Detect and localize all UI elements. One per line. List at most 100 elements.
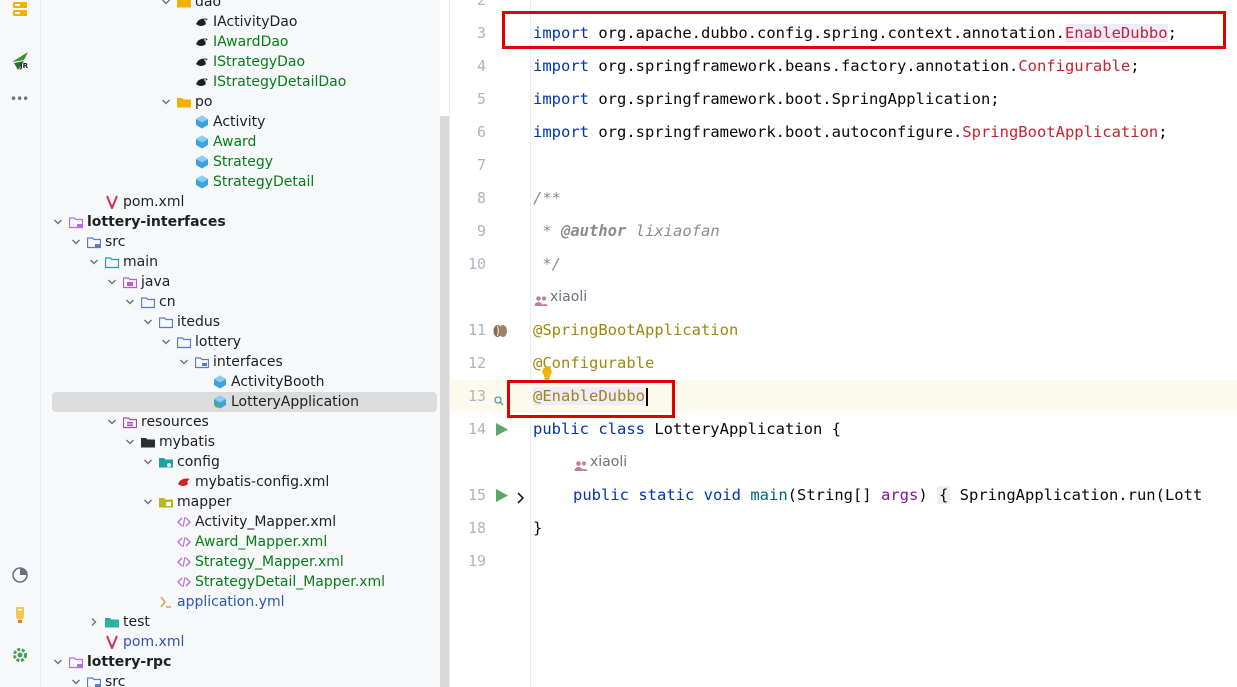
chevron-down-icon[interactable]: [125, 292, 135, 312]
folded-body-brace[interactable]: {: [936, 486, 951, 504]
chevron-right-icon[interactable]: [89, 612, 99, 632]
chevron-down-icon[interactable]: [161, 0, 171, 12]
code-line: 19: [450, 545, 1237, 578]
tree-item-label: ActivityBooth: [231, 374, 325, 390]
run-icon[interactable]: [495, 422, 509, 441]
chevron-down-icon[interactable]: [89, 252, 99, 272]
chevron-down-icon[interactable]: [71, 672, 81, 687]
chevron-down-icon[interactable]: [143, 452, 153, 472]
chevron-down-icon[interactable]: [71, 232, 81, 252]
chevron-down-icon[interactable]: [107, 412, 117, 432]
tree-item[interactable]: main: [41, 252, 440, 272]
class-name: LotteryApplication {: [644, 420, 841, 438]
tree-item[interactable]: Strategy_Mapper.xml: [41, 552, 440, 572]
tree-item-label: IStrategyDetailDao: [213, 74, 347, 90]
tree-item[interactable]: itedus: [41, 312, 440, 332]
tree-item[interactable]: lottery: [41, 332, 440, 352]
tree-item-label: mybatis: [159, 434, 216, 450]
chevron-down-icon[interactable]: [143, 492, 153, 512]
tree-scrollbar[interactable]: [440, 116, 449, 687]
tree-item[interactable]: Activity_Mapper.xml: [41, 512, 440, 532]
tree-item[interactable]: StrategyDetail: [41, 172, 440, 192]
chevron-down-icon[interactable]: [179, 352, 189, 372]
module-icon: [68, 655, 84, 669]
chevron-down-icon[interactable]: [161, 332, 171, 352]
tree-item-label: java: [141, 274, 171, 290]
tree-item[interactable]: cn: [41, 292, 440, 312]
tree-item[interactable]: IAwardDao: [41, 32, 440, 52]
tree-item[interactable]: IStrategyDao: [41, 52, 440, 72]
package-icon: [194, 355, 210, 369]
tree-item[interactable]: ActivityBooth: [41, 372, 440, 392]
tree-item[interactable]: lottery-rpc: [41, 652, 440, 672]
tree-item[interactable]: src: [41, 672, 440, 687]
resources-root-icon: [122, 415, 138, 429]
more-icon[interactable]: •••: [10, 92, 30, 112]
import-class: Configurable: [1018, 57, 1131, 75]
profiler-icon[interactable]: [10, 565, 30, 585]
tree-item[interactable]: IActivityDao: [41, 12, 440, 32]
structure-icon[interactable]: [10, 2, 30, 22]
folder-icon: [104, 255, 120, 269]
tree-item[interactable]: IStrategyDetailDao: [41, 72, 440, 92]
tree-item[interactable]: Award_Mapper.xml: [41, 532, 440, 552]
tree-item[interactable]: application.yml: [41, 592, 440, 612]
line-number: 12: [467, 354, 486, 372]
spring-bean-icon[interactable]: [492, 323, 508, 343]
fold-chevron-icon[interactable]: [516, 489, 526, 508]
tree-item[interactable]: resources: [41, 412, 440, 432]
method-params-start: (String[]: [787, 486, 881, 504]
method-author-hint[interactable]: xiaoli: [590, 446, 627, 479]
tree-item-label: cn: [159, 294, 176, 310]
import-class: SpringBootApplication: [962, 123, 1159, 141]
author-hint[interactable]: xiaoli: [550, 281, 587, 314]
tree-item[interactable]: pom.xml: [41, 632, 440, 652]
tree-item-label: interfaces: [213, 354, 283, 370]
tree-item[interactable]: src: [41, 232, 440, 252]
chevron-down-icon[interactable]: [161, 92, 171, 112]
chevron-down-icon[interactable]: [53, 652, 63, 672]
tree-item[interactable]: lottery-interfaces: [41, 212, 440, 232]
mapper-folder-icon: [159, 495, 173, 509]
jrebel-icon[interactable]: JR: [10, 50, 30, 70]
tree-item[interactable]: mybatis-config.xml: [41, 472, 440, 492]
tree-item[interactable]: pom.xml: [41, 192, 440, 212]
spring-boot-class-icon: [213, 395, 227, 409]
chevron-down-icon[interactable]: [53, 212, 63, 232]
tree-item[interactable]: mybatis: [41, 432, 440, 452]
chevron-down-icon[interactable]: [143, 312, 153, 332]
settings-icon[interactable]: [10, 645, 30, 665]
tree-item-label: lottery-interfaces: [87, 214, 226, 230]
class-icon: [195, 115, 209, 129]
tree-item[interactable]: LotteryApplication: [52, 392, 437, 412]
tree-item[interactable]: dao: [41, 0, 440, 12]
tree-item[interactable]: interfaces: [41, 352, 440, 372]
tree-item[interactable]: Activity: [41, 112, 440, 132]
tree-item[interactable]: StrategyDetail_Mapper.xml: [41, 572, 440, 592]
tree-item[interactable]: config: [41, 452, 440, 472]
class-keywords: public class: [533, 420, 645, 438]
notifications-icon[interactable]: [10, 605, 30, 625]
tree-item[interactable]: Strategy: [41, 152, 440, 172]
package-icon: [158, 315, 174, 329]
tree-item[interactable]: Award: [41, 132, 440, 152]
tree-item-label: lottery-rpc: [87, 654, 172, 670]
import-keyword: import: [533, 57, 589, 75]
tree-item[interactable]: java: [41, 272, 440, 292]
search-usage-icon[interactable]: [494, 391, 504, 410]
line-number: 8: [476, 189, 486, 207]
line-number: 13: [467, 387, 486, 405]
code-editor[interactable]: 2 3 import org.apache.dubbo.config.sprin…: [450, 0, 1237, 687]
folder-icon: [177, 95, 191, 109]
run-icon[interactable]: [495, 488, 509, 507]
chevron-down-icon[interactable]: [125, 432, 135, 452]
line-number: 15: [467, 486, 486, 504]
tree-item[interactable]: test: [41, 612, 440, 632]
folder-icon: [177, 0, 191, 9]
method-body: SpringApplication.run(Lott: [950, 486, 1203, 504]
method-keywords: public static void: [573, 486, 741, 504]
tree-item[interactable]: po: [41, 92, 440, 112]
tree-item[interactable]: mapper: [41, 492, 440, 512]
doc-comment-close: */: [533, 255, 561, 273]
chevron-down-icon[interactable]: [107, 272, 117, 292]
